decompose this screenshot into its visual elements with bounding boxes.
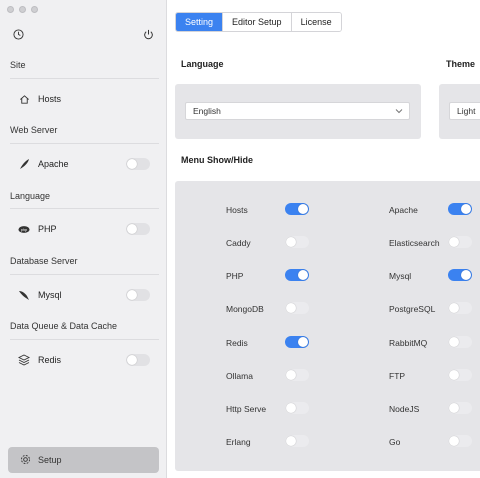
menu-toggle-caddy[interactable]: [285, 236, 309, 248]
theme-card: Light: [439, 84, 480, 139]
menu-toggle-redis[interactable]: [285, 336, 309, 348]
feather-icon: [18, 158, 30, 170]
sidebar-item-label: Redis: [38, 355, 62, 365]
language-card: English: [175, 84, 421, 139]
menu-toggle-mongodb[interactable]: [285, 302, 309, 314]
sidebar-item-label: Mysql: [38, 290, 62, 300]
menu-item-label: Hosts: [226, 205, 248, 215]
php-toggle[interactable]: [126, 223, 150, 235]
section-title-site: Site: [10, 60, 26, 70]
menu-item-label: PHP: [226, 271, 244, 281]
section-title-data-queue-cache: Data Queue & Data Cache: [10, 321, 118, 331]
main-content: Setting Editor Setup License Language Th…: [167, 0, 480, 478]
setup-label: Setup: [38, 455, 62, 465]
close-window-button[interactable]: [7, 6, 14, 13]
sidebar-item-apache[interactable]: Apache: [10, 152, 159, 176]
menu-toggle-postgresql[interactable]: [448, 302, 472, 314]
tab-setting[interactable]: Setting: [176, 13, 224, 31]
zoom-window-button[interactable]: [31, 6, 38, 13]
mysql-toggle[interactable]: [126, 289, 150, 301]
menu-heading: Menu Show/Hide: [181, 155, 253, 165]
menu-item-label: Caddy: [226, 238, 251, 248]
menu-item-label: Apache: [389, 205, 418, 215]
menu-item-label: Elasticsearch: [389, 238, 440, 248]
menu-toggle-hosts[interactable]: [285, 203, 309, 215]
dolphin-icon: [18, 289, 30, 301]
menu-toggle-http-serve[interactable]: [285, 402, 309, 414]
divider: [10, 274, 159, 275]
language-heading: Language: [181, 59, 224, 69]
menu-item-label: Http Serve: [226, 404, 267, 414]
sidebar-item-label: Apache: [38, 159, 69, 169]
stack-icon: [18, 354, 30, 366]
menu-toggle-apache[interactable]: [448, 203, 472, 215]
menu-panel: Hosts Caddy PHP MongoDB Redis Ollama Htt…: [175, 181, 480, 471]
sidebar-item-mysql[interactable]: Mysql: [10, 283, 159, 307]
section-title-language: Language: [10, 191, 51, 201]
tab-bar: Setting Editor Setup License: [175, 12, 342, 32]
language-select[interactable]: English: [185, 102, 410, 120]
sidebar-item-php[interactable]: php PHP: [10, 217, 159, 241]
menu-item-label: NodeJS: [389, 404, 420, 414]
sidebar: Site Hosts Web Server Apache Language ph…: [0, 0, 167, 478]
menu-toggle-php[interactable]: [285, 269, 309, 281]
home-icon: [18, 93, 30, 105]
section-title-web-server: Web Server: [10, 125, 58, 135]
sidebar-item-label: Hosts: [38, 94, 62, 104]
gear-icon: [20, 454, 31, 467]
language-select-value: English: [193, 106, 221, 116]
menu-item-label: Mysql: [389, 271, 412, 281]
chevron-down-icon: [395, 107, 403, 117]
svg-text:php: php: [21, 228, 27, 232]
php-icon: php: [18, 223, 30, 235]
theme-heading: Theme: [446, 59, 476, 69]
clock-icon[interactable]: [11, 27, 25, 41]
sidebar-item-label: PHP: [38, 224, 57, 234]
menu-toggle-mysql[interactable]: [448, 269, 472, 281]
theme-select-value: Light: [457, 106, 476, 116]
divider: [10, 339, 159, 340]
menu-item-label: FTP: [389, 371, 406, 381]
menu-item-label: Go: [389, 437, 401, 447]
menu-item-label: RabbitMQ: [389, 338, 428, 348]
divider: [10, 78, 159, 79]
window-controls: [7, 6, 38, 13]
menu-toggle-ollama[interactable]: [285, 369, 309, 381]
menu-toggle-rabbitmq[interactable]: [448, 336, 472, 348]
menu-toggle-nodejs[interactable]: [448, 402, 472, 414]
theme-select[interactable]: Light: [449, 102, 480, 120]
menu-item-label: Redis: [226, 338, 248, 348]
menu-toggle-ftp[interactable]: [448, 369, 472, 381]
sidebar-item-hosts[interactable]: Hosts: [10, 87, 159, 111]
tab-license[interactable]: License: [291, 13, 341, 31]
power-icon[interactable]: [141, 27, 155, 41]
sidebar-item-redis[interactable]: Redis: [10, 348, 159, 372]
menu-toggle-go[interactable]: [448, 435, 472, 447]
divider: [10, 143, 159, 144]
divider: [10, 208, 159, 209]
redis-toggle[interactable]: [126, 354, 150, 366]
menu-item-label: Ollama: [226, 371, 253, 381]
menu-toggle-erlang[interactable]: [285, 435, 309, 447]
apache-toggle[interactable]: [126, 158, 150, 170]
menu-toggle-elasticsearch[interactable]: [448, 236, 472, 248]
menu-item-label: Erlang: [226, 437, 251, 447]
setup-button[interactable]: Setup: [8, 447, 159, 473]
menu-item-label: MongoDB: [226, 304, 264, 314]
section-title-database-server: Database Server: [10, 256, 78, 266]
tab-editor-setup[interactable]: Editor Setup: [223, 13, 292, 31]
menu-item-label: PostgreSQL: [389, 304, 436, 314]
minimize-window-button[interactable]: [19, 6, 26, 13]
